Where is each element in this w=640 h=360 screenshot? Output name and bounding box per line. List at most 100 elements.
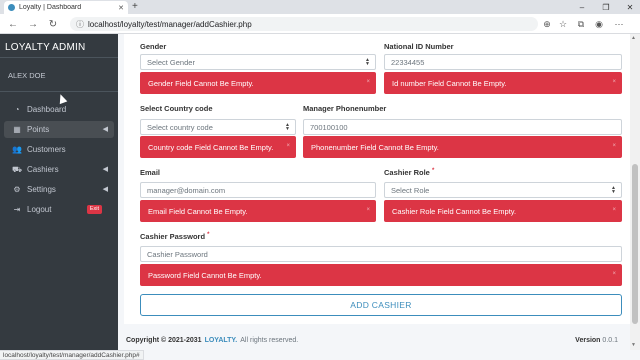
scroll-down-icon[interactable]: ▼ — [631, 342, 636, 348]
window-close-icon[interactable]: ✕ — [620, 0, 640, 14]
national-id-placeholder: 22334455 — [391, 57, 425, 67]
address-bar[interactable]: ⓘ localhost/loyalty/test/manager/addCash… — [70, 17, 538, 31]
version-info: Version 0.0.1 — [575, 337, 618, 344]
national-id-label: National ID Number — [384, 42, 454, 51]
phone-error-text: Phonenumber Field Cannot Be Empty. — [311, 142, 439, 152]
password-label-text: Cashier Password — [140, 232, 206, 241]
chevron-left-icon: ◀ — [102, 186, 108, 193]
sidebar-nav: ◔ Dashboard ▦ Points ◀ 👥 Customers ⛟ Cas… — [0, 92, 118, 218]
brand-link[interactable]: LOYALTY ADMIN — [0, 34, 118, 58]
scrollbar-thumb[interactable] — [632, 164, 638, 324]
dismiss-icon[interactable]: × — [366, 207, 370, 213]
role-label: Cashier Role * — [384, 168, 434, 177]
national-id-error-text: Id number Field Cannot Be Empty. — [392, 78, 507, 88]
dismiss-icon[interactable]: × — [612, 143, 616, 149]
page-scrollbar[interactable]: ▲ ▼ — [630, 34, 640, 350]
dismiss-icon[interactable]: × — [286, 143, 290, 149]
chevron-left-icon: ◀ — [102, 126, 108, 133]
minimize-icon[interactable]: – — [572, 0, 592, 14]
national-id-error: Id number Field Cannot Be Empty. × — [384, 72, 622, 94]
site-favicon-icon — [8, 4, 15, 11]
gender-label: Gender — [140, 42, 167, 51]
forward-icon[interactable]: → — [26, 17, 40, 31]
sidebar-item-settings[interactable]: ⚙ Settings ◀ — [4, 181, 114, 198]
main-content: Gender Select Gender ▲ ▼ Gender Field Can… — [118, 34, 630, 350]
gender-error-text: Gender Field Cannot Be Empty. — [148, 78, 254, 88]
select-arrows-icon: ▲ ▼ — [285, 122, 290, 132]
new-tab-button[interactable]: + — [132, 1, 138, 13]
password-input[interactable]: Cashier Password — [140, 246, 622, 262]
bookmark-star-icon[interactable]: ☆ — [556, 17, 570, 31]
add-cashier-button[interactable]: ADD CASHIER — [140, 294, 622, 316]
version-label: Version — [575, 336, 601, 344]
cogs-icon: ⚙ — [13, 185, 21, 194]
country-code-label: Select Country code — [140, 104, 213, 113]
copyright-text: Copyright © 2021-2031 — [126, 336, 202, 344]
zoom-icon[interactable]: ⊕ — [540, 17, 554, 31]
email-label: Email — [140, 168, 161, 177]
required-mark: * — [431, 168, 435, 174]
select-arrows-icon: ▲ ▼ — [365, 57, 370, 67]
footer-brand-link[interactable]: LOYALTY. — [205, 337, 238, 344]
gender-select[interactable]: Select Gender ▲ ▼ — [140, 54, 376, 70]
reload-icon[interactable]: ↻ — [46, 17, 60, 31]
user-name[interactable]: ALEX DOE — [0, 58, 118, 92]
sidebar-item-label: Logout — [27, 205, 52, 214]
sign-out-icon: ⇥ — [13, 205, 21, 214]
email-input[interactable]: manager@domain.com — [140, 182, 376, 198]
scroll-up-icon[interactable]: ▲ — [631, 35, 636, 41]
gender-error: Gender Field Cannot Be Empty. × — [140, 72, 376, 94]
password-error: Password Field Cannot Be Empty. × — [140, 264, 622, 286]
sidebar-item-points[interactable]: ▦ Points ◀ — [4, 121, 114, 138]
role-label-text: Cashier Role — [384, 168, 430, 177]
dismiss-icon[interactable]: × — [612, 79, 616, 85]
phone-input[interactable]: 700100100 — [303, 119, 622, 135]
sidebar-item-label: Dashboard — [27, 105, 67, 114]
phone-label: Manager Phonenumber — [303, 104, 387, 113]
table-icon: ▦ — [13, 125, 21, 134]
exit-badge: Exit — [86, 205, 102, 214]
gender-select-value: Select Gender — [147, 57, 195, 67]
country-code-error: Country code Field Cannot Be Empty. × — [140, 136, 296, 158]
extensions-icon[interactable]: ⧉ — [574, 17, 588, 31]
tab-close-icon[interactable]: ✕ — [118, 4, 124, 12]
dismiss-icon[interactable]: × — [366, 79, 370, 85]
password-error-text: Password Field Cannot Be Empty. — [148, 270, 262, 280]
national-id-input[interactable]: 22334455 — [384, 54, 622, 70]
address-url: localhost/loyalty/test/manager/addCashie… — [88, 19, 252, 29]
back-icon[interactable]: ← — [6, 17, 20, 31]
cart-icon: ⛟ — [12, 164, 23, 174]
browser-menu-icon[interactable]: ⋯ — [612, 17, 626, 31]
email-error: Email Field Cannot Be Empty. × — [140, 200, 376, 222]
sidebar-item-label: Cashiers — [27, 165, 59, 174]
country-code-select-value: Select country code — [147, 122, 213, 132]
password-label: Cashier Password * — [140, 232, 209, 241]
required-mark: * — [207, 232, 210, 238]
country-code-select[interactable]: Select country code ▲ ▼ — [140, 119, 296, 135]
sidebar-item-cashiers[interactable]: ⛟ Cashiers ◀ — [4, 161, 114, 178]
maximize-icon[interactable]: ❐ — [596, 0, 616, 14]
select-arrows-icon: ▲ ▼ — [611, 185, 616, 195]
version-number: 0.0.1 — [602, 336, 618, 344]
sidebar-item-customers[interactable]: 👥 Customers — [4, 141, 114, 158]
tachometer-icon: ◔ — [14, 105, 20, 114]
browser-status-url: localhost/loyalty/test/manager/addCashie… — [0, 350, 144, 360]
profile-icon[interactable]: ◉ — [592, 17, 606, 31]
country-code-error-text: Country code Field Cannot Be Empty. — [148, 142, 274, 152]
role-error-text: Cashier Role Field Cannot Be Empty. — [392, 206, 517, 216]
browser-tab[interactable]: Loyalty | Dashboard ✕ — [4, 1, 128, 14]
email-error-text: Email Field Cannot Be Empty. — [148, 206, 248, 216]
role-select[interactable]: Select Role ▲ ▼ — [384, 182, 622, 198]
dismiss-icon[interactable]: × — [612, 271, 616, 277]
browser-toolbar: ← → ↻ ⓘ localhost/loyalty/test/manager/a… — [0, 14, 640, 34]
sidebar-item-label: Customers — [27, 145, 66, 154]
sidebar-item-logout[interactable]: ⇥ Logout Exit — [4, 201, 114, 218]
page-footer: Copyright © 2021-2031 LOYALTY. All right… — [118, 330, 630, 350]
rights-text: All rights reserved. — [240, 336, 299, 344]
site-info-icon[interactable]: ⓘ — [76, 19, 84, 30]
tab-title: Loyalty | Dashboard — [19, 4, 82, 11]
dismiss-icon[interactable]: × — [612, 207, 616, 213]
phone-error: Phonenumber Field Cannot Be Empty. × — [303, 136, 622, 158]
chevron-left-icon: ◀ — [102, 166, 108, 173]
add-cashier-form: Gender Select Gender ▲ ▼ Gender Field Can… — [124, 34, 630, 324]
